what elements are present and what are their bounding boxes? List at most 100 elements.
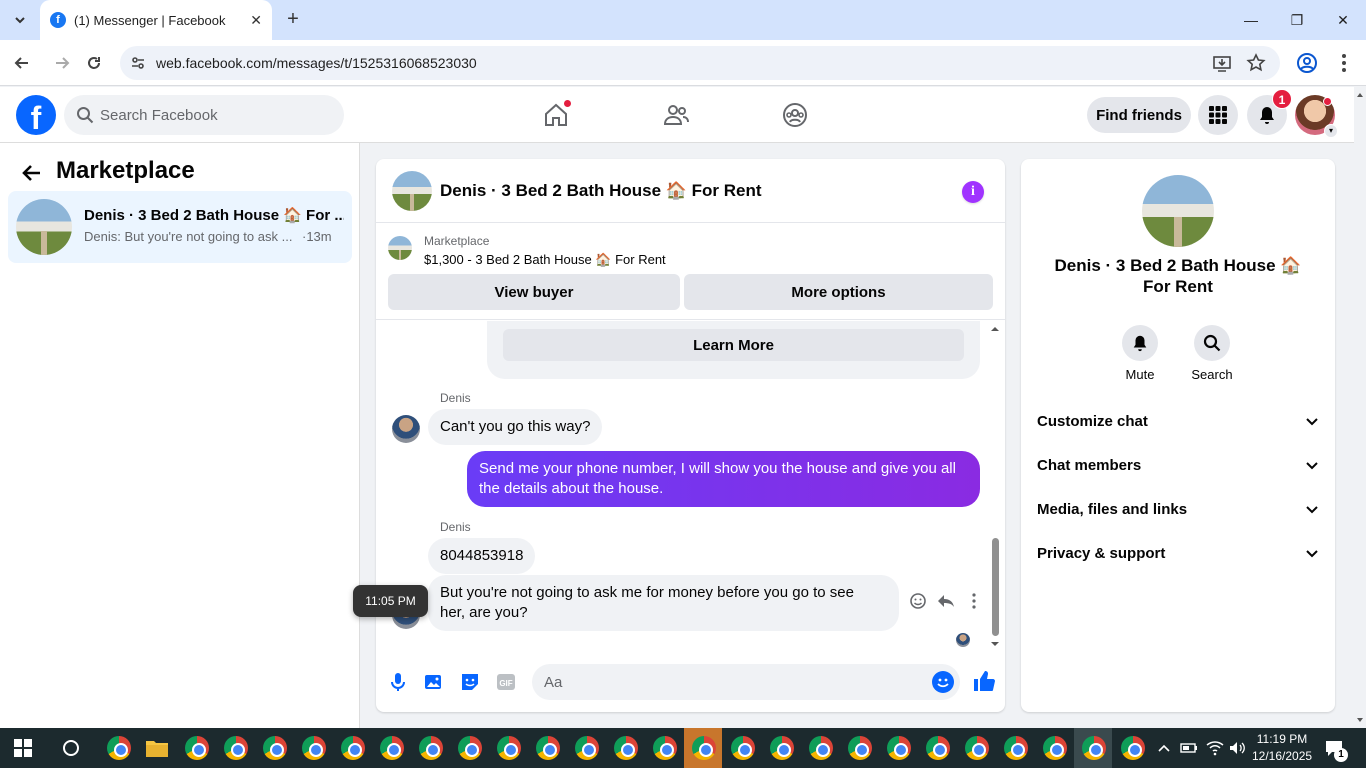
wifi-icon[interactable] (1206, 740, 1224, 756)
forward-button[interactable] (50, 51, 74, 75)
file-explorer-icon[interactable] (145, 737, 169, 759)
message-bubble-incoming[interactable]: 8044853918 (428, 538, 536, 574)
chevron-down-icon: ▾ (1324, 124, 1338, 138)
address-bar-row: web.facebook.com/messages/t/152531606852… (0, 40, 1366, 86)
scroll-up-icon[interactable] (1354, 89, 1366, 101)
listing-price[interactable]: $1,300 - 3 Bed 2 Bath House 🏠 For Rent (424, 252, 666, 268)
sticker-icon[interactable] (459, 671, 481, 693)
privacy-support-section[interactable]: Privacy & support (1037, 541, 1319, 565)
reload-button[interactable] (82, 51, 106, 75)
message-input[interactable]: Aa (532, 664, 960, 700)
message-bubble-incoming[interactable]: Can't you go this way? (428, 409, 603, 445)
volume-icon[interactable] (1228, 740, 1246, 756)
view-buyer-button[interactable]: View buyer (388, 274, 680, 310)
chat-members-section[interactable]: Chat members (1037, 453, 1319, 477)
customize-chat-section[interactable]: Customize chat (1037, 409, 1319, 433)
listing-mini-thumbnail (388, 236, 412, 260)
message-bubble-incoming[interactable]: But you're not going to ask me for money… (428, 575, 899, 631)
more-actions-icon[interactable] (964, 591, 984, 611)
arrow-right-icon (56, 57, 70, 69)
chrome-taskbar-icon[interactable] (653, 736, 677, 760)
chrome-taskbar-icon[interactable] (731, 736, 755, 760)
chrome-taskbar-icon[interactable] (302, 736, 326, 760)
search-circle-icon[interactable] (62, 739, 80, 757)
chrome-taskbar-icon[interactable] (458, 736, 482, 760)
message-bubble-outgoing[interactable]: Send me your phone number, I will show y… (467, 451, 980, 507)
chrome-taskbar-icon[interactable] (965, 736, 989, 760)
tab-search-button[interactable] (8, 8, 32, 32)
chrome-taskbar-icon[interactable] (614, 736, 638, 760)
thumbs-up-icon[interactable] (972, 669, 996, 693)
scroll-down-icon[interactable] (990, 639, 1000, 649)
battery-icon[interactable] (1180, 742, 1198, 754)
url-omnibox[interactable]: web.facebook.com/messages/t/152531606852… (120, 46, 1280, 80)
facebook-search-input[interactable]: Search Facebook (64, 95, 344, 135)
chrome-taskbar-icon[interactable] (1121, 736, 1145, 760)
chrome-taskbar-icon[interactable] (263, 736, 287, 760)
photo-icon[interactable] (423, 671, 445, 693)
windows-start-icon[interactable] (14, 739, 32, 757)
back-arrow-icon[interactable] (20, 161, 44, 185)
reply-icon[interactable] (936, 591, 956, 611)
chevron-up-icon[interactable] (1157, 742, 1171, 754)
scroll-down-icon[interactable] (1354, 714, 1366, 726)
install-app-icon[interactable] (1212, 53, 1232, 73)
arrow-left-icon (14, 57, 28, 69)
chrome-taskbar-icon[interactable] (341, 736, 365, 760)
conversation-list-item[interactable]: Denis · 3 Bed 2 Bath House 🏠 For ... Den… (8, 191, 352, 263)
chrome-taskbar-icon[interactable] (809, 736, 833, 760)
learn-more-button[interactable]: Learn More (503, 329, 964, 361)
chrome-taskbar-icon[interactable] (107, 736, 131, 760)
chrome-taskbar-icon[interactable] (497, 736, 521, 760)
chrome-taskbar-icon[interactable] (692, 736, 716, 760)
page-scrollbar[interactable] (1354, 87, 1366, 728)
chrome-menu-icon[interactable] (1336, 52, 1352, 74)
profile-icon[interactable] (1296, 52, 1318, 74)
chrome-taskbar-icon[interactable] (1082, 736, 1106, 760)
chrome-taskbar-icon[interactable] (380, 736, 404, 760)
bookmark-star-icon[interactable] (1246, 53, 1266, 73)
search-chat-button[interactable]: Search (1182, 325, 1242, 382)
microphone-icon[interactable] (387, 671, 409, 693)
facebook-logo-icon[interactable]: f (16, 95, 56, 135)
more-options-button[interactable]: More options (684, 274, 993, 310)
minimize-button[interactable]: — (1228, 0, 1274, 40)
chrome-taskbar-icon[interactable] (887, 736, 911, 760)
chrome-taskbar-icon[interactable] (1004, 736, 1028, 760)
react-emoji-icon[interactable] (908, 591, 928, 611)
new-tab-button[interactable]: + (282, 8, 304, 32)
chat-avatar[interactable] (392, 171, 432, 211)
groups-nav-button[interactable] (781, 101, 809, 129)
sender-avatar[interactable] (392, 415, 420, 443)
home-nav-button[interactable] (542, 99, 572, 129)
scroll-thumb[interactable] (992, 538, 999, 636)
emoji-icon[interactable] (932, 671, 954, 693)
restore-button[interactable]: ❐ (1274, 0, 1320, 40)
info-icon[interactable]: i (962, 181, 984, 203)
media-files-section[interactable]: Media, files and links (1037, 497, 1319, 521)
back-button[interactable] (10, 51, 34, 75)
chrome-taskbar-icon[interactable] (770, 736, 794, 760)
browser-tab[interactable]: f (1) Messenger | Facebook ✕ (40, 0, 272, 40)
find-friends-button[interactable]: Find friends (1087, 97, 1191, 133)
chrome-taskbar-icon[interactable] (1043, 736, 1067, 760)
chrome-taskbar-icon[interactable] (536, 736, 560, 760)
mute-button[interactable]: Mute (1110, 325, 1170, 382)
chrome-taskbar-icon[interactable] (575, 736, 599, 760)
system-clock[interactable]: 11:19 PM 12/16/2025 (1252, 731, 1312, 765)
menu-button[interactable] (1198, 95, 1238, 135)
site-settings-icon[interactable] (130, 55, 146, 71)
close-tab-icon[interactable]: ✕ (250, 12, 262, 29)
bell-icon (1133, 335, 1147, 352)
chrome-taskbar-icon[interactable] (419, 736, 443, 760)
close-window-button[interactable]: ✕ (1320, 0, 1366, 40)
gif-icon[interactable]: GIF (495, 671, 517, 693)
chrome-taskbar-icon[interactable] (224, 736, 248, 760)
friends-nav-button[interactable] (662, 101, 690, 129)
chrome-taskbar-icon[interactable] (926, 736, 950, 760)
chrome-taskbar-icon[interactable] (848, 736, 872, 760)
chat-title[interactable]: Denis · 3 Bed 2 Bath House 🏠 For Rent (440, 181, 762, 201)
chat-scrollbar[interactable] (990, 324, 1000, 649)
chrome-taskbar-icon[interactable] (185, 736, 209, 760)
scroll-up-icon[interactable] (990, 324, 1000, 334)
